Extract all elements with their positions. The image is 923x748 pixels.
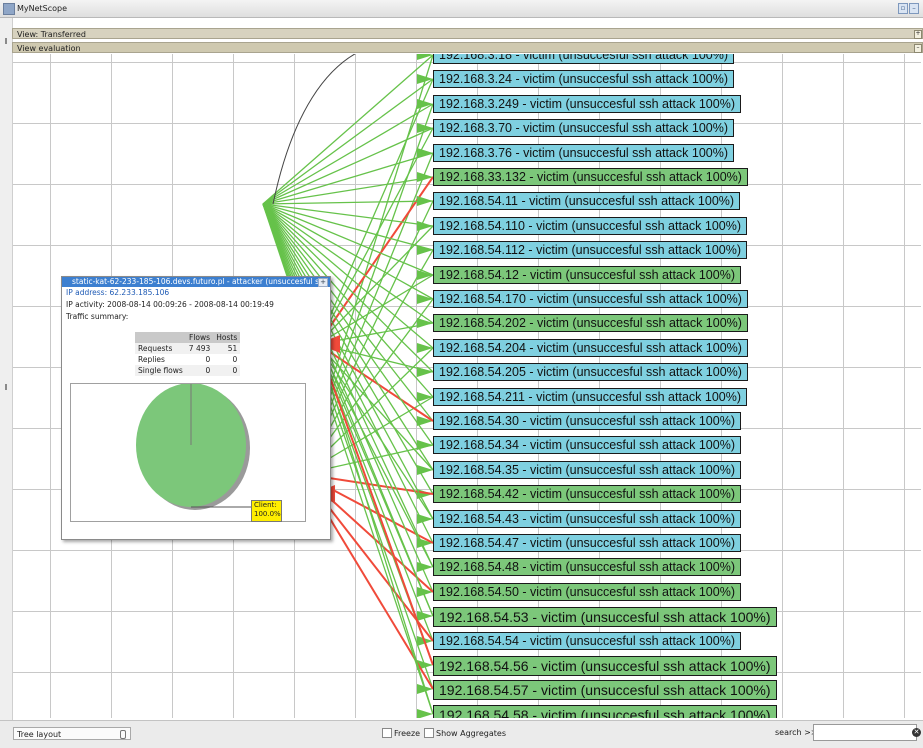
status-bar: Tree layout Freeze Show Aggregates searc…	[0, 720, 923, 748]
table-row: Requests 7 493 51	[135, 343, 241, 354]
victim-node[interactable]: 192.168.54.43 - victim (unsuccesful ssh …	[433, 510, 741, 528]
victim-node[interactable]: 192.168.54.42 - victim (unsuccesful ssh …	[433, 485, 741, 503]
hosts-value: 0	[232, 355, 238, 364]
view-transferred-label: View: Transferred	[17, 30, 86, 39]
graph-canvas[interactable]: 192.168.3.18 - victim (unsuccesful ssh a…	[13, 54, 921, 718]
edge-arrow	[417, 196, 433, 206]
minimize-icon[interactable]: –	[909, 3, 919, 14]
splitter-handle-icon[interactable]	[5, 384, 7, 390]
popup-expand-icon[interactable]: +	[318, 278, 328, 287]
edge-arrow	[417, 709, 433, 718]
view-evaluation-label: View evaluation	[17, 44, 81, 53]
victim-node[interactable]: 192.168.54.58 - victim (unsuccesful ssh …	[433, 705, 777, 718]
victim-node[interactable]: 192.168.33.132 - victim (unsuccesful ssh…	[433, 168, 748, 186]
victim-node[interactable]: 192.168.54.202 - victim (unsuccesful ssh…	[433, 314, 748, 332]
pie-value: 100.0%	[254, 510, 281, 518]
victim-node[interactable]: 192.168.3.24 - victim (unsuccesful ssh a…	[433, 70, 735, 88]
node-details-popup[interactable]: static-kat-62-233-185-106.devs.futuro.pl…	[61, 276, 331, 540]
ip-address: IP address: 62.233.185.106	[66, 288, 170, 297]
table-row: Single flows 0 0	[135, 365, 241, 376]
victim-node[interactable]: 192.168.54.48 - victim (unsuccesful ssh …	[433, 558, 741, 576]
clip-icon	[120, 730, 126, 739]
traffic-summary-label: Traffic summary:	[66, 312, 129, 321]
victim-node[interactable]: 192.168.54.30 - victim (unsuccesful ssh …	[433, 412, 741, 430]
table-header: Flows	[185, 332, 214, 343]
victim-node[interactable]: 192.168.54.56 - victim (unsuccesful ssh …	[433, 656, 777, 676]
victim-node[interactable]: 192.168.54.204 - victim (unsuccesful ssh…	[433, 339, 748, 357]
splitter-handle-icon[interactable]	[5, 38, 7, 44]
flows-value: 0	[205, 355, 211, 364]
app-icon	[3, 3, 15, 15]
window-controls: ▫ –	[898, 3, 919, 14]
table-row: Replies 0 0	[135, 354, 240, 365]
traffic-edge	[317, 343, 434, 617]
victim-node[interactable]: 192.168.54.211 - victim (unsuccesful ssh…	[433, 388, 748, 406]
victim-node[interactable]: 192.168.3.70 - victim (unsuccesful ssh a…	[433, 119, 735, 137]
victim-node[interactable]: 192.168.54.57 - victim (unsuccesful ssh …	[433, 680, 777, 700]
traffic-edge	[317, 78, 434, 345]
traffic-edge	[262, 200, 434, 205]
row-label: Requests	[135, 343, 186, 354]
search-label: search >>	[775, 728, 818, 737]
traffic-edge	[262, 78, 434, 205]
victim-node[interactable]: 192.168.54.54 - victim (unsuccesful ssh …	[433, 632, 741, 650]
restore-icon[interactable]: ▫	[898, 3, 908, 14]
pie-chart-box: Client: 100.0%	[70, 383, 306, 522]
popup-title: static-kat-62-233-185-106.devs.futuro.pl…	[72, 277, 330, 286]
row-label: Replies	[138, 355, 165, 364]
victim-node[interactable]: 192.168.3.76 - victim (unsuccesful ssh a…	[433, 144, 735, 162]
layout-select-value: Tree layout	[17, 730, 62, 739]
show-aggregates-label: Show Aggregates	[436, 728, 506, 738]
window-title: MyNetScope	[17, 4, 68, 13]
traffic-edge	[262, 103, 434, 205]
edge-arrow	[417, 148, 433, 158]
layout-select[interactable]: Tree layout	[13, 727, 131, 740]
title-bar: MyNetScope ▫ –	[0, 0, 923, 18]
victim-node[interactable]: 192.168.54.47 - victim (unsuccesful ssh …	[433, 534, 741, 552]
victim-node[interactable]: 192.168.54.110 - victim (unsuccesful ssh…	[433, 217, 748, 235]
victim-node[interactable]: 192.168.3.18 - victim (unsuccesful ssh a…	[433, 54, 735, 64]
victim-node[interactable]: 192.168.3.249 - victim (unsuccesful ssh …	[433, 95, 741, 113]
table-header	[135, 332, 186, 343]
view-transferred-bar[interactable]: View: Transferred +	[12, 28, 923, 39]
victim-node[interactable]: 192.168.54.170 - victim (unsuccesful ssh…	[433, 290, 748, 308]
freeze-checkbox-box[interactable]	[382, 728, 392, 738]
hosts-value: 0	[213, 365, 241, 376]
freeze-label: Freeze	[394, 728, 421, 738]
flows-value: 7 493	[185, 343, 214, 354]
table-header-row: Flows Hosts	[135, 332, 241, 343]
table-header: Hosts	[213, 332, 241, 343]
victim-node[interactable]: 192.168.54.34 - victim (unsuccesful ssh …	[433, 436, 741, 454]
victim-node[interactable]: 192.168.54.50 - victim (unsuccesful ssh …	[433, 583, 741, 601]
victim-node[interactable]: 192.168.54.53 - victim (unsuccesful ssh …	[433, 607, 777, 627]
flows-value: 0	[185, 365, 214, 376]
expand-icon[interactable]: +	[914, 30, 922, 39]
victim-node[interactable]: 192.168.54.11 - victim (unsuccesful ssh …	[433, 192, 741, 210]
left-splitter[interactable]	[0, 18, 13, 747]
pie-callout: Client: 100.0%	[251, 500, 282, 522]
traffic-edge	[262, 127, 434, 205]
clear-search-icon[interactable]: ✕	[912, 728, 921, 737]
hosts-value: 51	[213, 343, 241, 354]
victim-node[interactable]: 192.168.54.112 - victim (unsuccesful ssh…	[433, 241, 748, 259]
pie-label: Client:	[254, 501, 277, 509]
edge-arrow	[417, 343, 433, 353]
edge-arrow	[417, 99, 433, 109]
ip-activity: IP activity: 2008-08-14 00:09:26 - 2008-…	[66, 300, 274, 309]
collapse-icon[interactable]: –	[914, 44, 922, 53]
show-aggregates-checkbox-box[interactable]	[424, 728, 434, 738]
search-input[interactable]	[813, 724, 917, 741]
traffic-summary-table: Flows Hosts Requests 7 493 51 Replies 0 …	[135, 332, 241, 376]
victim-node[interactable]: 192.168.54.35 - victim (unsuccesful ssh …	[433, 461, 741, 479]
victim-node[interactable]: 192.168.54.12 - victim (unsuccesful ssh …	[433, 266, 741, 284]
popup-title-bar[interactable]: static-kat-62-233-185-106.devs.futuro.pl…	[62, 277, 330, 287]
view-evaluation-bar[interactable]: View evaluation –	[12, 42, 923, 53]
edge-arrow	[417, 221, 433, 231]
victim-node[interactable]: 192.168.54.205 - victim (unsuccesful ssh…	[433, 363, 748, 381]
show-aggregates-checkbox[interactable]: Show Aggregates	[424, 728, 506, 738]
row-label: Single flows	[135, 365, 186, 376]
freeze-checkbox[interactable]: Freeze	[382, 728, 420, 738]
